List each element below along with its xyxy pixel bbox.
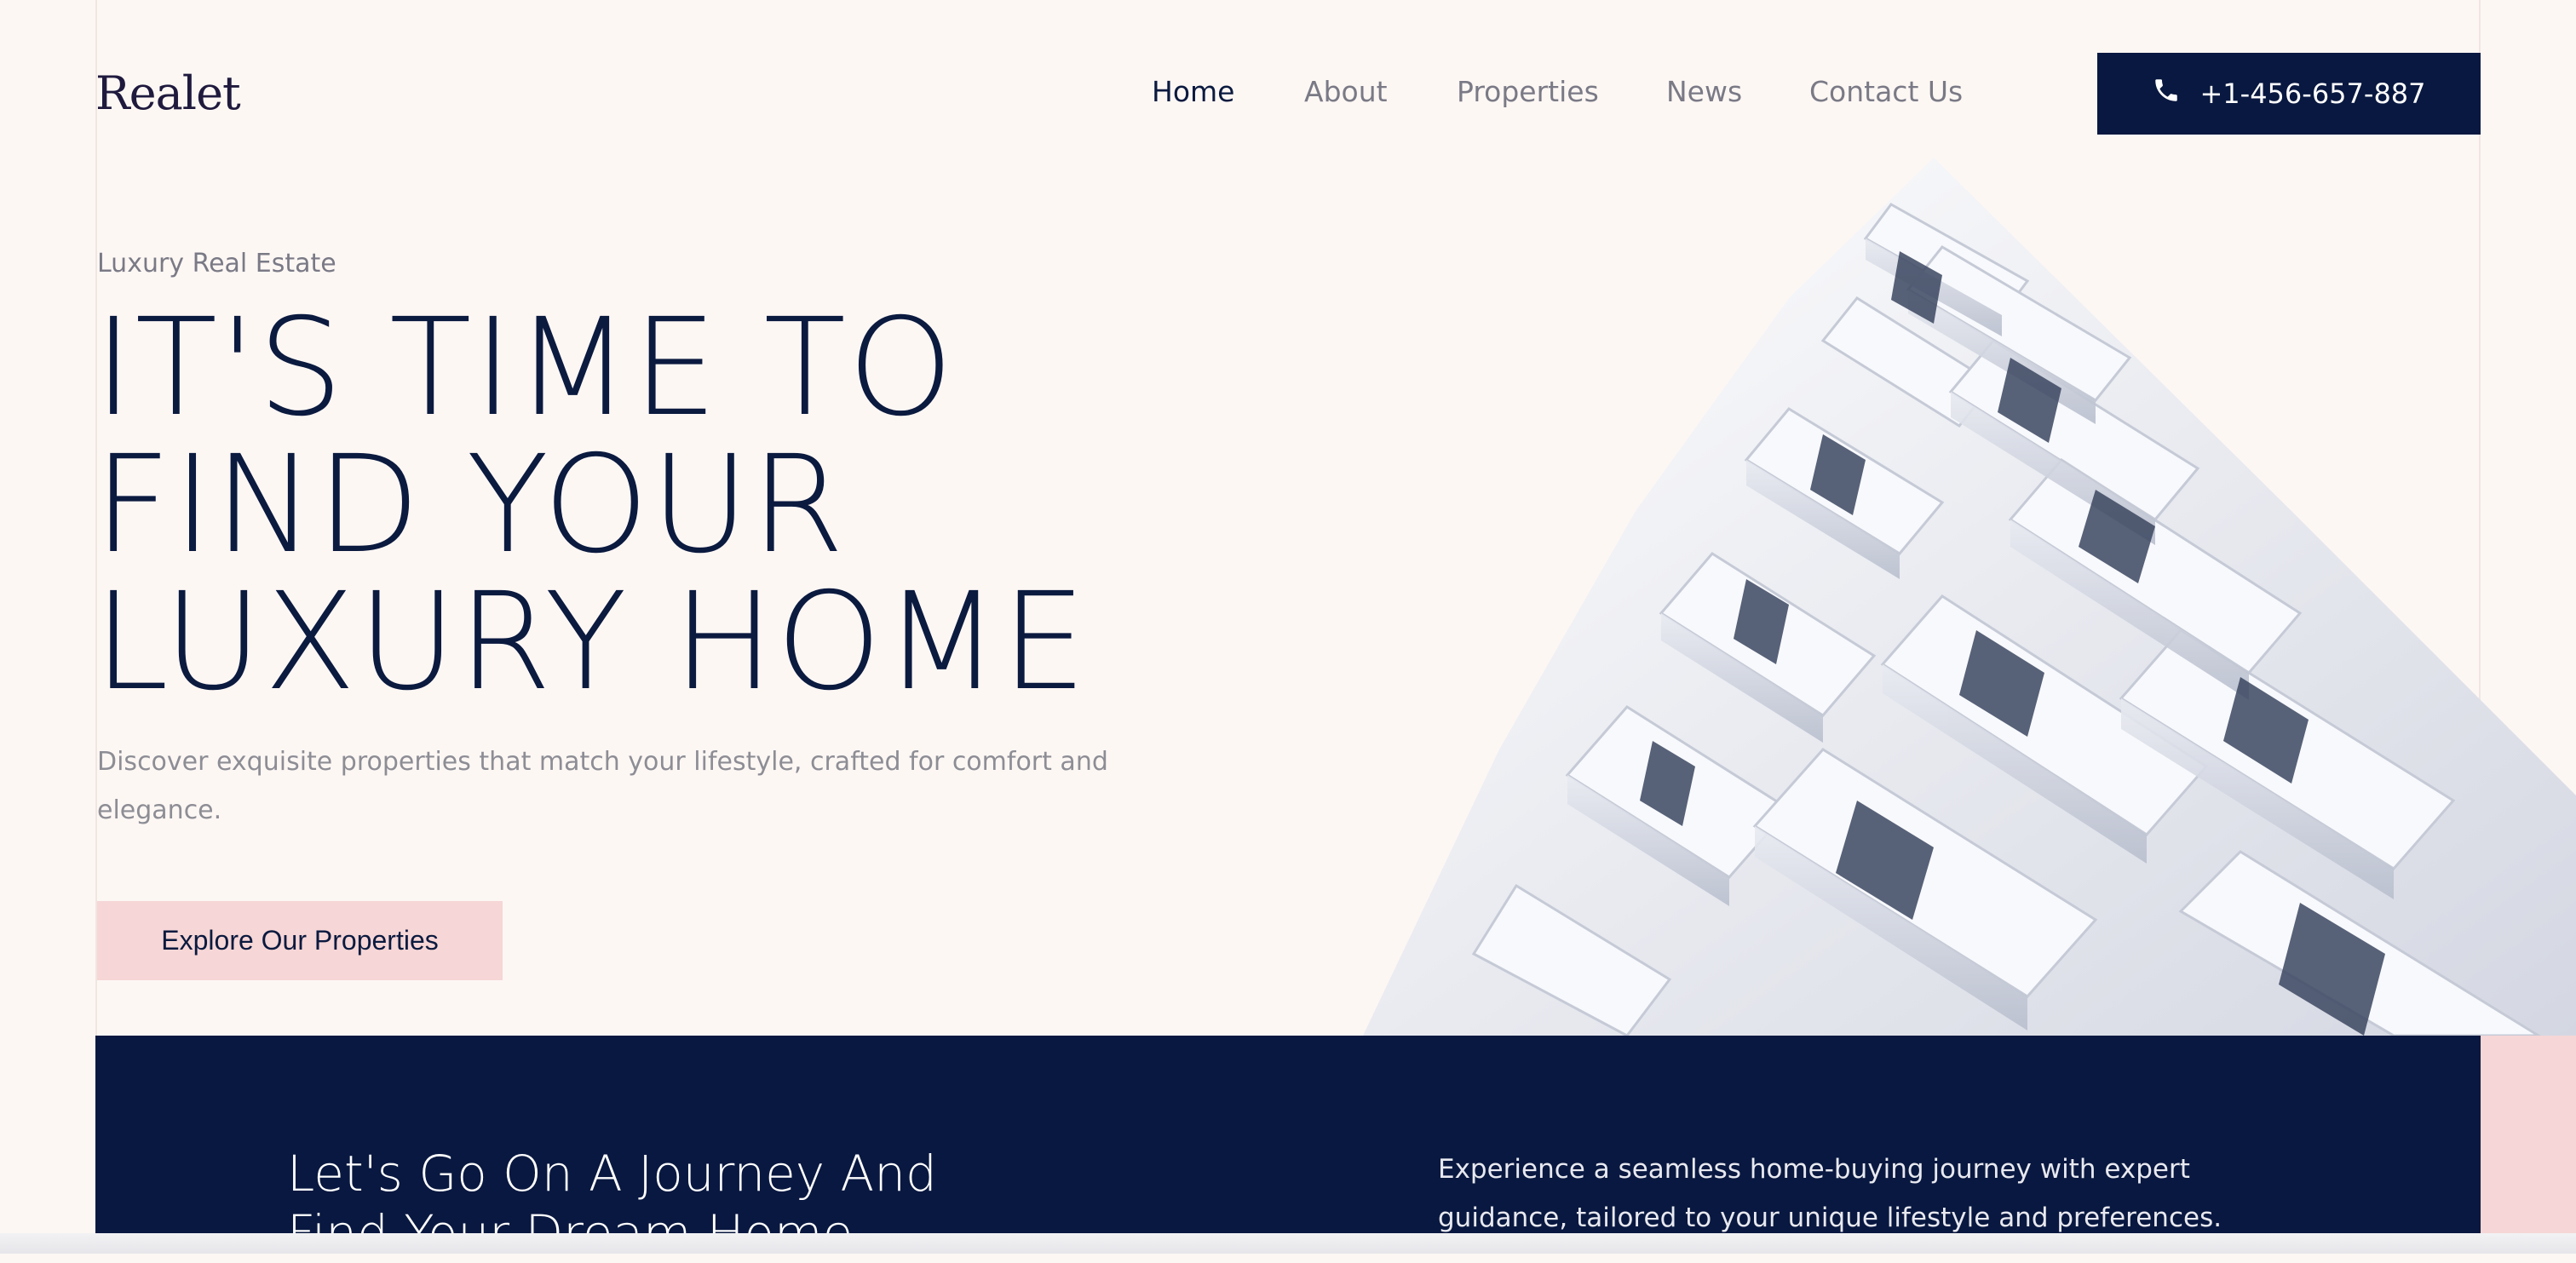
- hero-title: IT'S TIME TO FIND YOUR LUXURY HOME: [94, 300, 1201, 711]
- logo[interactable]: Realet: [95, 66, 241, 120]
- phone-button[interactable]: +1-456-657-887: [2097, 53, 2481, 135]
- phone-icon: [2152, 76, 2181, 112]
- explore-properties-button[interactable]: Explore Our Properties: [97, 901, 503, 980]
- phone-number: +1-456-657-887: [2199, 78, 2426, 110]
- nav-item-news[interactable]: News: [1666, 75, 1742, 108]
- journey-title-line-1: Let's Go On A Journey And: [287, 1145, 937, 1203]
- hero-eyebrow: Luxury Real Estate: [97, 249, 336, 278]
- nav-item-contact-us[interactable]: Contact Us: [1809, 75, 1963, 108]
- hero-building-image: [1346, 153, 2576, 1036]
- hero-title-line-3: LUXURY HOME: [94, 564, 1089, 720]
- journey-accent-block: [2481, 1036, 2576, 1233]
- nav-item-properties[interactable]: Properties: [1457, 75, 1599, 108]
- hero-title-line-2: FIND YOUR: [94, 427, 847, 583]
- nav-item-home[interactable]: Home: [1152, 75, 1234, 108]
- hero-description: Discover exquisite properties that match…: [97, 747, 1108, 825]
- hero-title-line-1: IT'S TIME TO: [94, 290, 956, 446]
- nav-item-about[interactable]: About: [1304, 75, 1388, 108]
- window-bottom-edge: [0, 1233, 2576, 1254]
- journey-description: Experience a seamless home-buying journe…: [1438, 1154, 2222, 1233]
